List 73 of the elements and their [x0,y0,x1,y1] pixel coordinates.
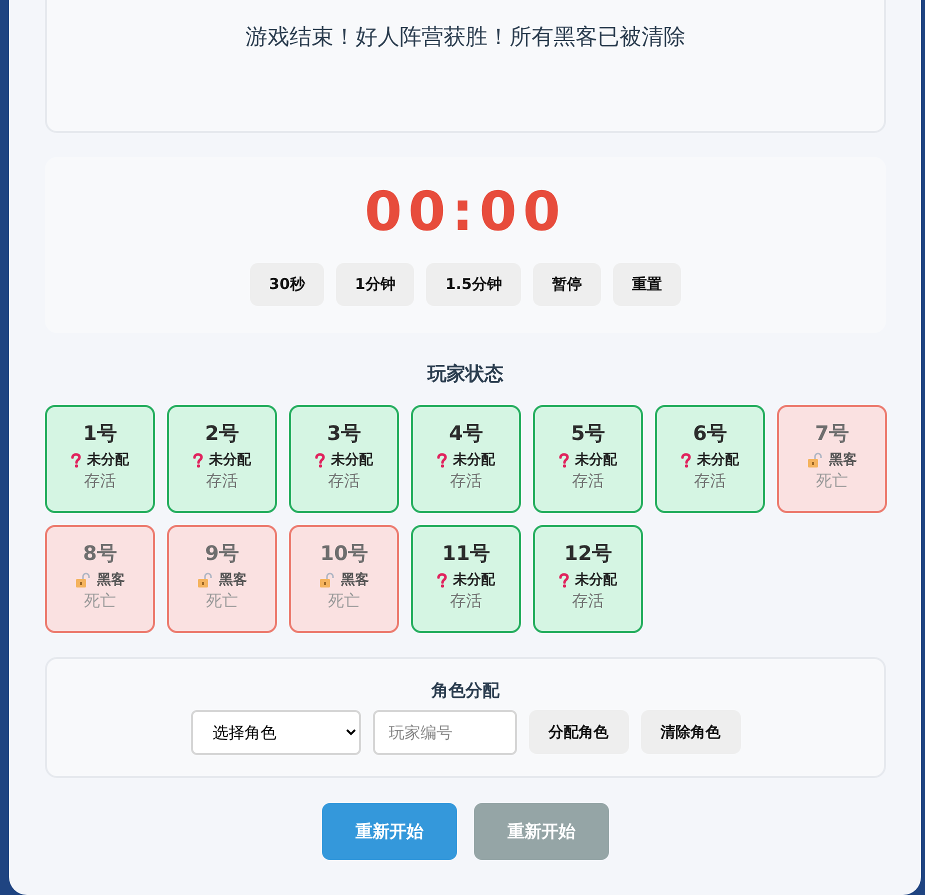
player-card[interactable]: 12号 未分配 存活 [533,525,643,633]
player-card[interactable]: 10号 黑客 死亡 [289,525,399,633]
player-status: 存活 [572,591,604,612]
game-over-message: 游戏结束！好人阵营获胜！所有黑客已被清除 [246,24,686,52]
player-number: 7号 [815,420,849,447]
player-number: 10号 [320,540,368,567]
timer-display: 00:00 [364,181,566,243]
player-number: 12号 [564,540,612,567]
timer-button[interactable]: 1.5分钟 [426,263,521,306]
player-number: 5号 [571,420,605,447]
player-role: 黑客 [219,571,247,589]
question-icon [193,452,203,468]
player-status: 存活 [328,471,360,492]
player-number-field[interactable]: 玩家编号 [372,710,516,755]
player-status: 死亡 [84,591,116,612]
player-card[interactable]: 8号 黑客 死亡 [45,525,155,633]
player-number: 2号 [205,420,239,447]
player-number: 9号 [205,540,239,567]
player-role: 未分配 [453,571,495,589]
role-button[interactable]: 分配角色 [528,710,628,754]
timer-button[interactable]: 1分钟 [336,263,414,306]
player-card[interactable]: 2号 未分配 存活 [167,405,277,513]
player-number: 4号 [449,420,483,447]
player-role: 未分配 [453,451,495,469]
player-card[interactable]: 7号 黑客 死亡 [777,405,887,513]
player-status: 存活 [206,471,238,492]
player-card[interactable]: 3号 未分配 存活 [289,405,399,513]
section-title: 角色分配 [432,680,500,702]
player-number: 8号 [83,540,117,567]
player-status: 存活 [694,471,726,492]
player-status: 死亡 [816,471,848,492]
player-card[interactable]: 5号 未分配 存活 [533,405,643,513]
player-status: 死亡 [328,591,360,612]
player-role: 黑客 [341,571,369,589]
lock-icon [197,572,213,588]
player-card[interactable]: 11号 未分配 存活 [411,525,521,633]
player-status: 死亡 [206,591,238,612]
player-role: 未分配 [87,451,129,469]
role-button[interactable]: 清除角色 [640,710,740,754]
timer-button[interactable]: 30秒 [250,263,324,306]
player-role: 未分配 [575,571,617,589]
question-icon [559,572,569,588]
lock-icon [75,572,91,588]
player-role: 未分配 [697,451,739,469]
player-role: 未分配 [209,451,251,469]
player-card[interactable]: 9号 黑客 死亡 [167,525,277,633]
player-number: 11号 [442,540,490,567]
question-icon [437,452,447,468]
player-status: 存活 [84,471,116,492]
section-title: 玩家状态 [428,362,504,387]
timer-button[interactable]: 暂停 [532,263,601,306]
timer-button[interactable]: 重置 [612,263,681,306]
lock-icon [319,572,335,588]
player-number: 3号 [327,420,361,447]
player-card[interactable]: 1号 未分配 存活 [45,405,155,513]
player-status: 存活 [450,471,482,492]
player-role: 黑客 [97,571,125,589]
player-card[interactable]: 4号 未分配 存活 [411,405,521,513]
question-icon [681,452,691,468]
player-role: 未分配 [331,451,373,469]
player-card[interactable]: 6号 未分配 存活 [655,405,765,513]
question-icon [315,452,325,468]
player-status: 存活 [450,591,482,612]
question-icon [437,572,447,588]
player-number: 1号 [83,420,117,447]
lock-icon [807,452,823,468]
player-role: 黑客 [829,451,857,469]
question-icon [71,452,81,468]
question-icon [559,452,569,468]
player-number: 6号 [693,420,727,447]
role-select[interactable]: 选择角色 [190,710,360,755]
player-status: 存活 [572,471,604,492]
player-role: 未分配 [575,451,617,469]
